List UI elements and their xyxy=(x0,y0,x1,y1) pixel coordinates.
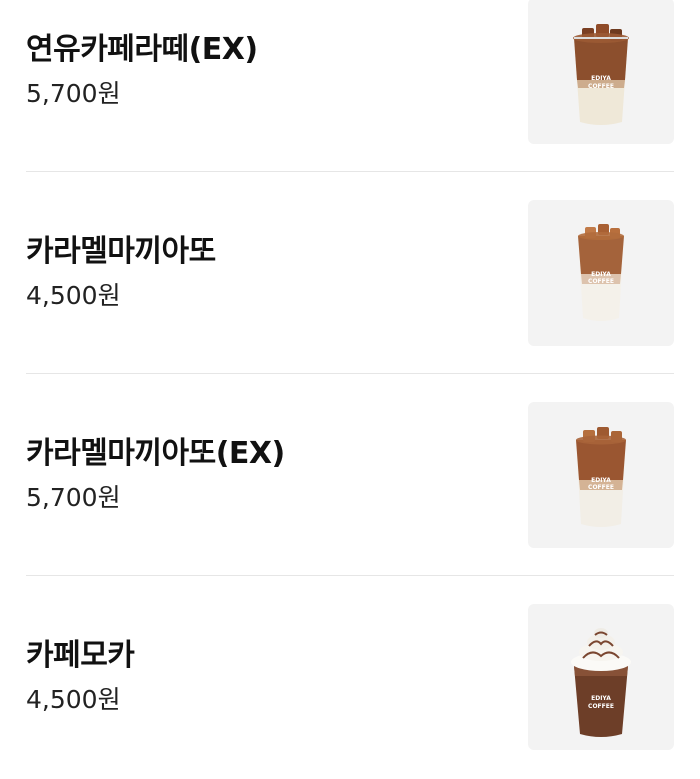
menu-item-condensed-milk-latte-ex[interactable]: 연유카페라떼(EX) 5,700원 EDIYA COFFEE xyxy=(26,0,674,172)
menu-item-caramel-macchiato[interactable]: 카라멜마끼아또 4,500원 EDIYA COFFEE xyxy=(26,172,674,374)
menu-item-text: 카라멜마끼아또(EX) 5,700원 xyxy=(26,374,285,576)
menu-item-thumbnail[interactable]: EDIYA COFFEE xyxy=(528,0,674,144)
menu-item-price: 5,700원 xyxy=(26,79,121,108)
menu-item-text: 카페모카 4,500원 xyxy=(26,576,135,778)
menu-item-price: 4,500원 xyxy=(26,281,121,310)
iced-cafe-mocha-cup-icon: EDIYA COFFEE xyxy=(571,628,631,737)
menu-item-thumbnail[interactable]: EDIYA COFFEE xyxy=(528,604,674,750)
cup-brand-line2: COFFEE xyxy=(588,484,614,491)
iced-latte-cup-icon: EDIYA COFFEE xyxy=(573,24,629,125)
menu-item-name: 연유카페라떼(EX) xyxy=(26,32,258,67)
iced-caramel-macchiato-cup-icon: EDIYA COFFEE xyxy=(578,224,624,321)
cup-brand-line2: COFFEE xyxy=(588,278,614,285)
menu-item-text: 카라멜마끼아또 4,500원 xyxy=(26,172,216,374)
cup-brand-line1: EDIYA xyxy=(591,75,611,82)
cup-brand-line1: EDIYA xyxy=(591,271,611,278)
menu-item-name: 카페모카 xyxy=(26,638,135,673)
iced-caramel-macchiato-ex-cup-icon: EDIYA COFFEE xyxy=(576,427,626,527)
menu-item-cafe-mocha[interactable]: 카페모카 4,500원 EDIYA COFFEE xyxy=(26,576,674,778)
menu-item-caramel-macchiato-ex[interactable]: 카라멜마끼아또(EX) 5,700원 EDIYA COFFEE xyxy=(26,374,674,576)
menu-item-price: 4,500원 xyxy=(26,685,121,714)
menu-item-thumbnail[interactable]: EDIYA COFFEE xyxy=(528,200,674,346)
cup-brand-line1: EDIYA xyxy=(591,695,611,702)
menu-list: 연유카페라떼(EX) 5,700원 EDIYA COFFEE 카라멜마끼아또 4… xyxy=(0,0,700,778)
menu-item-thumbnail[interactable]: EDIYA COFFEE xyxy=(528,402,674,548)
cup-brand-line1: EDIYA xyxy=(591,477,611,484)
cup-brand-line2: COFFEE xyxy=(588,703,614,710)
menu-item-text: 연유카페라떼(EX) 5,700원 xyxy=(26,0,258,172)
cup-brand-line2: COFFEE xyxy=(588,83,614,90)
menu-item-price: 5,700원 xyxy=(26,483,121,512)
menu-item-name: 카라멜마끼아또 xyxy=(26,234,216,269)
menu-item-name: 카라멜마끼아또(EX) xyxy=(26,436,285,471)
